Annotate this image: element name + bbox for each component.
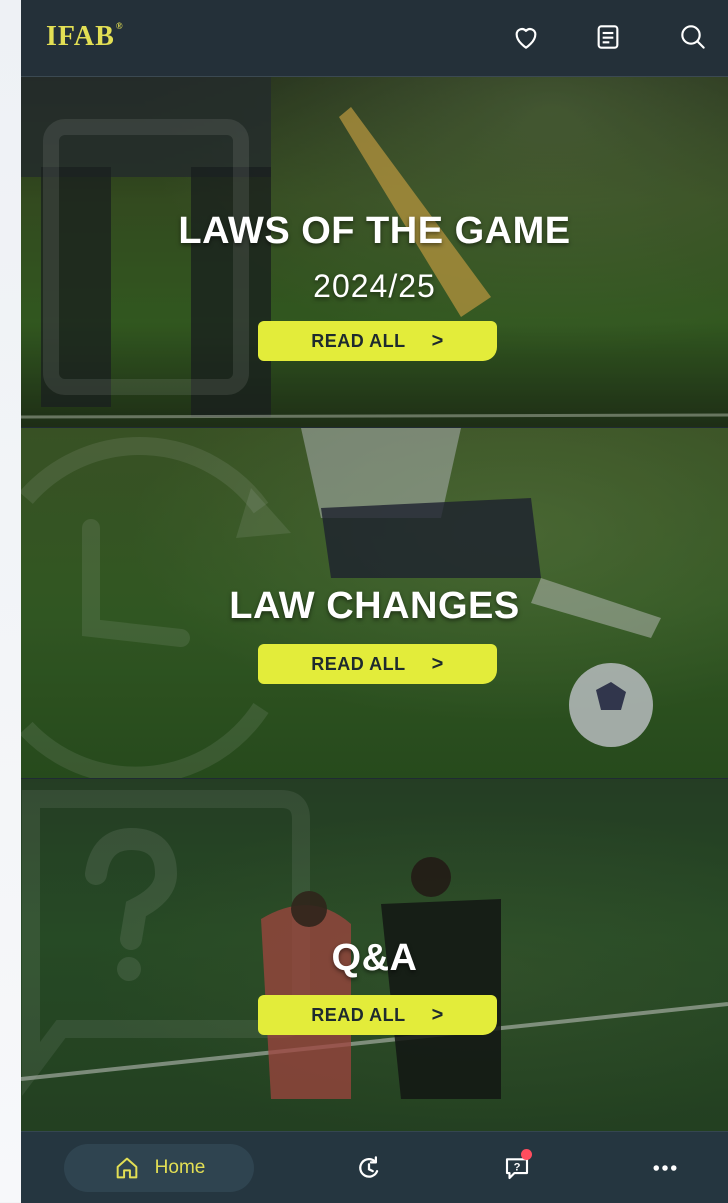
ifab-logo[interactable]: IFAB® xyxy=(46,21,124,53)
laws-title: LAWS OF THE GAME xyxy=(178,210,571,252)
left-edge-strip xyxy=(0,0,21,1202)
history-icon xyxy=(359,1156,379,1178)
bottom-navigation: Home ? xyxy=(21,1131,728,1203)
svg-text:?: ? xyxy=(514,1162,521,1174)
search-button[interactable] xyxy=(676,20,710,54)
top-app-bar: IFAB® xyxy=(21,0,728,77)
heart-icon xyxy=(515,28,537,49)
nav-home-label: Home xyxy=(154,1157,206,1178)
laws-read-all-button[interactable]: READ ALL > xyxy=(258,321,497,361)
law-changes-card[interactable]: LAW CHANGES READ ALL > xyxy=(21,428,728,778)
favorites-button[interactable] xyxy=(509,20,543,54)
search-icon xyxy=(681,25,705,49)
nav-quiz-tab[interactable]: ? xyxy=(500,1149,534,1185)
notification-badge xyxy=(521,1149,532,1160)
nav-more-tab[interactable] xyxy=(648,1151,682,1185)
nav-home-tab[interactable]: Home xyxy=(64,1144,254,1192)
chevron-right-icon: > xyxy=(431,1003,444,1026)
document-icon xyxy=(597,25,619,49)
chevron-right-icon: > xyxy=(431,652,444,675)
logo-text: IFAB xyxy=(46,21,115,52)
chevron-right-icon: > xyxy=(431,329,444,352)
qa-read-all-button[interactable]: READ ALL > xyxy=(258,995,497,1035)
qa-read-all-label: READ ALL xyxy=(311,1004,406,1025)
nav-history-tab[interactable] xyxy=(352,1151,386,1185)
qa-card[interactable]: Q&A READ ALL > xyxy=(21,779,728,1131)
laws-read-all-label: READ ALL xyxy=(311,330,406,351)
law-changes-read-all-button[interactable]: READ ALL > xyxy=(258,644,497,684)
logo-registered-mark: ® xyxy=(115,21,124,31)
law-changes-read-all-label: READ ALL xyxy=(311,653,406,674)
law-changes-title: LAW CHANGES xyxy=(229,585,520,627)
documents-button[interactable] xyxy=(591,20,625,54)
home-icon xyxy=(116,1157,137,1179)
qa-title: Q&A xyxy=(331,937,418,979)
laws-of-the-game-card[interactable]: LAWS OF THE GAME 2024/25 READ ALL > xyxy=(21,77,728,427)
more-icon xyxy=(653,1165,677,1171)
laws-season: 2024/25 xyxy=(313,268,436,304)
app-screen: IFAB® LAWS OF THE GAME 2024/25 READ ALL … xyxy=(21,0,728,1203)
